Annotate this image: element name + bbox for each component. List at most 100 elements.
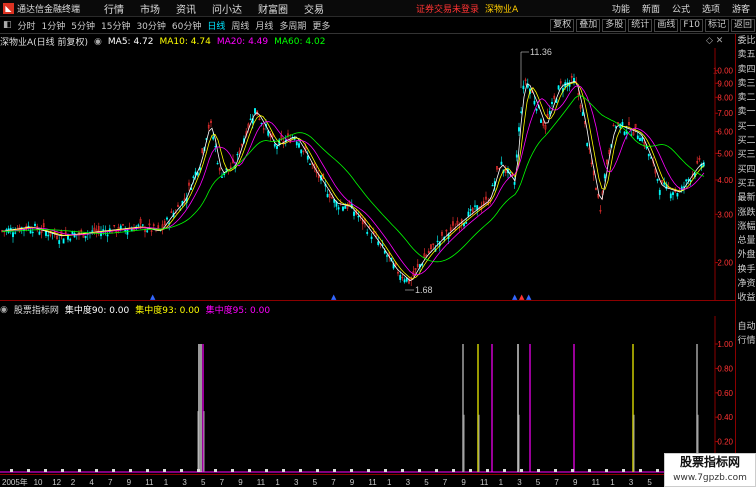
candle-body [214,146,217,148]
side-panel-item[interactable]: 买四 [736,163,756,177]
event-marker-icon[interactable]: ▲ [331,293,337,301]
watermark-url: www.7gpzb.com [673,473,747,483]
back-button[interactable]: 返回 [730,19,755,32]
side-panel-item[interactable]: 总量 [736,234,756,248]
side-panel-item[interactable]: 买一 [736,120,756,134]
login-status[interactable]: 证券交易未登录 [416,2,479,15]
side-panel-item[interactable]: 涨幅 [736,220,756,234]
candle-body [221,176,223,178]
baseline-dot [605,469,608,472]
candle-body [386,255,388,257]
indicator-chart[interactable]: 1.00 0.80 0.60 0.40 0.20 [0,316,735,474]
side-panel-item[interactable]: 换手 [736,263,756,277]
candle-body [337,207,340,210]
candle-body [548,111,551,115]
menu-wealth[interactable]: 财富圈 [250,1,296,16]
y-tick-label: 9.00 [717,79,733,88]
candle-body [551,101,553,105]
f10-button[interactable]: F10 [680,19,703,32]
side-panel-item[interactable]: 卖五 [736,48,756,62]
multi-stock-button[interactable]: 多股 [602,19,627,32]
event-marker-icon[interactable]: ▲ [519,293,525,301]
side-panel-item[interactable]: 卖二 [736,91,756,105]
x-tick-label: 7 [220,478,225,487]
side-panel-item[interactable]: 外盘 [736,248,756,262]
period-tab[interactable]: 月线 [252,19,276,32]
side-panel-item[interactable]: 委比 [736,34,756,48]
app-logo-icon: ◣ [3,2,14,14]
menu-function[interactable]: 功能 [606,2,636,15]
side-panel-item[interactable]: 卖三 [736,77,756,91]
menu-guest[interactable]: 游客 [726,2,756,15]
baseline-dot [486,469,489,472]
side-panel-item[interactable]: 行情 [736,334,756,348]
period-tab[interactable]: 1分钟 [39,19,69,32]
chart-expand-icon[interactable]: ◇ ✕ [706,36,723,46]
period-tab[interactable]: 周线 [228,19,252,32]
stats-button[interactable]: 统计 [628,19,653,32]
indicator-info-bar: ◉ 股票指标网 集中度90: 0.00 集中度93: 0.00 集中度95: 0… [0,303,735,317]
candle-body [309,163,311,165]
period-tab[interactable]: 更多 [309,19,333,32]
toggle-icon[interactable]: ◧ [0,20,15,30]
period-tab[interactable]: 15分钟 [98,19,133,32]
indicator-name[interactable]: 股票指标网 [14,303,59,316]
side-panel-item[interactable]: 收益 [736,291,756,305]
x-tick-label: 5 [647,478,652,487]
menu-news[interactable]: 资讯 [168,1,204,16]
baseline-dot [588,469,591,472]
menu-market[interactable]: 市场 [132,1,168,16]
y-tick-label: 10.00 [713,67,734,76]
side-panel-item[interactable]: 涨跌 [736,206,756,220]
x-tick-label: 5 [201,478,206,487]
period-tab[interactable]: 多周期 [276,19,309,32]
y-tick-label: 2.00 [717,259,733,268]
period-tab[interactable]: 30分钟 [133,19,168,32]
adjust-button[interactable]: 复权 [550,19,575,32]
menu-trade[interactable]: 交易 [296,1,332,16]
candle-body [465,221,468,224]
x-tick-label: 9 [461,478,466,487]
menu-formula[interactable]: 公式 [666,2,696,15]
baseline-dot [333,469,336,472]
side-panel-item[interactable]: 买三 [736,148,756,162]
event-marker-icon[interactable]: ▲ [526,293,532,301]
menu-options[interactable]: 选项 [696,2,726,15]
menu-new-page[interactable]: 新面 [636,2,666,15]
draw-line-button[interactable]: 画线 [654,19,679,32]
candle-body [403,279,406,283]
x-tick-label: 3 [517,478,522,487]
menu-ask[interactable]: 问小达 [204,1,250,16]
side-panel-item[interactable]: 买五 [736,177,756,191]
side-panel-item[interactable]: 卖一 [736,105,756,119]
side-panel-item[interactable]: 净资 [736,277,756,291]
baseline-dot [129,469,132,472]
candle-body [586,142,589,147]
candle-body [141,224,144,226]
side-panel-item[interactable]: 最新 [736,191,756,205]
event-marker-icon[interactable]: ▲ [150,293,156,301]
settings-icon[interactable]: ◉ [94,37,102,47]
ma20-value: MA20: 4.49 [216,36,269,47]
candle-body [344,206,347,209]
period-tab[interactable]: 分时 [15,19,39,32]
candle-body [62,238,65,244]
period-tab[interactable]: 60分钟 [169,19,204,32]
side-panel-item[interactable]: 买二 [736,134,756,148]
period-tab[interactable]: 5分钟 [68,19,98,32]
mark-button[interactable]: 标记 [704,19,729,32]
x-tick-label: 1 [387,478,392,487]
candle-body [647,153,650,157]
indicator-svg: 1.00 0.80 0.60 0.40 0.20 [0,316,734,474]
side-panel-item[interactable]: 卖四 [736,63,756,77]
indicator-settings-icon[interactable]: ◉ [0,305,8,315]
candle-body [676,193,679,197]
overlay-button[interactable]: 叠加 [576,19,601,32]
x-tick-label: 12 [52,478,61,487]
event-marker-icon[interactable]: ▲ [512,293,518,301]
side-panel-item[interactable]: 自动 [736,320,756,334]
menu-quotes[interactable]: 行情 [96,1,132,16]
candlestick-chart[interactable]: 10.00 9.00 8.00 7.00 6.00 5.00 4.00 3.00 2.00 11.… [0,47,735,301]
period-tab[interactable]: 日线 [204,19,228,32]
sub-y-tick-label: 0.20 [717,438,733,447]
